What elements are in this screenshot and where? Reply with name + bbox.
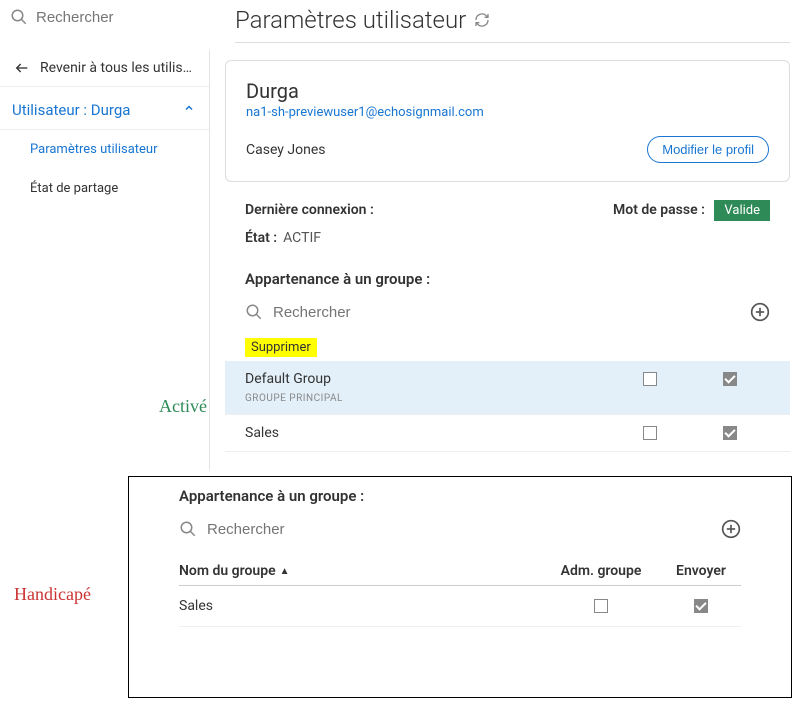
search-icon: [10, 8, 28, 26]
password-badge: Valide: [714, 200, 770, 221]
meta-row-status: État : ACTIF: [225, 224, 790, 252]
search-icon: [245, 303, 263, 321]
add-group-icon[interactable]: [721, 519, 741, 539]
overlay-col-name-header[interactable]: Nom du groupe ▲: [179, 563, 541, 579]
sidebar-user-header-label: Utilisateur : Durga: [12, 101, 130, 119]
arrow-left-icon: [14, 60, 30, 76]
chevron-up-icon: [183, 102, 195, 118]
group-row-name: Sales: [245, 425, 610, 441]
profile-company: Casey Jones: [246, 142, 325, 158]
group-section-title: Appartenance à un groupe :: [225, 252, 790, 296]
group-row-name: Default Group: [245, 371, 610, 387]
sort-asc-icon: ▲: [280, 566, 290, 577]
global-search[interactable]: [10, 8, 210, 26]
enabled-annotation: Activé: [159, 396, 207, 417]
last-login-label: Dernière connexion :: [245, 202, 374, 218]
page-title-container: Paramètres utilisateur: [235, 6, 490, 34]
sidebar-user-header[interactable]: Utilisateur : Durga: [0, 87, 209, 130]
header-divider: [235, 42, 790, 43]
sidebar-item-label: État de partage: [30, 181, 118, 196]
sidebar-item-share-status[interactable]: État de partage: [0, 169, 209, 208]
password-label: Mot de passe :: [613, 202, 705, 218]
overlay-send-checkbox[interactable]: [694, 599, 708, 613]
overlay-search-input[interactable]: [207, 521, 721, 538]
group-admin-checkbox[interactable]: [643, 372, 657, 386]
overlay-col-admin-header[interactable]: Adm. groupe: [541, 563, 661, 579]
group-row-sales[interactable]: Sales: [225, 415, 790, 452]
group-send-checkbox[interactable]: [723, 372, 737, 386]
sidebar-back-link[interactable]: Revenir à tous les utilis…: [0, 50, 209, 87]
refresh-icon[interactable]: [474, 12, 490, 28]
status-label: État :: [245, 230, 277, 246]
search-icon: [179, 520, 197, 538]
sidebar-item-label: Paramètres utilisateur: [30, 142, 158, 157]
meta-row-login-password: Dernière connexion : Mot de passe : Vali…: [225, 196, 790, 224]
group-search-input[interactable]: [273, 304, 750, 321]
group-admin-checkbox[interactable]: [643, 426, 657, 440]
profile-card: Durga na1-sh-previewuser1@echosignmail.c…: [225, 60, 790, 182]
page-title: Paramètres utilisateur: [235, 6, 466, 34]
overlay-col-send-header[interactable]: Envoyer: [661, 563, 741, 579]
profile-email[interactable]: na1-sh-previewuser1@echosignmail.com: [246, 105, 769, 120]
profile-name: Durga: [246, 79, 769, 103]
overlay-col-name-label: Nom du groupe: [179, 563, 276, 579]
global-search-input[interactable]: [36, 9, 235, 26]
main-content: Durga na1-sh-previewuser1@echosignmail.c…: [225, 60, 790, 452]
overlay-search: [179, 519, 741, 539]
overlay-panel: Appartenance à un groupe : Nom du groupe…: [128, 476, 792, 698]
overlay-title: Appartenance à un groupe :: [179, 487, 741, 505]
disabled-annotation: Handicapé: [14, 584, 91, 605]
overlay-row-name: Sales: [179, 598, 541, 614]
overlay-row-sales[interactable]: Sales: [179, 586, 741, 627]
group-row-default[interactable]: Default Group GROUPE PRINCIPAL: [225, 361, 790, 415]
sidebar-back-label: Revenir à tous les utilis…: [40, 60, 192, 76]
add-group-icon[interactable]: [750, 302, 770, 322]
status-value: ACTIF: [283, 230, 321, 246]
delete-action[interactable]: Supprimer: [245, 338, 317, 357]
overlay-table-header: Nom du groupe ▲ Adm. groupe Envoyer: [179, 557, 741, 586]
group-send-checkbox[interactable]: [723, 426, 737, 440]
group-row-subtitle: GROUPE PRINCIPAL: [245, 393, 770, 404]
overlay-admin-checkbox[interactable]: [594, 599, 608, 613]
sidebar-item-user-settings[interactable]: Paramètres utilisateur: [0, 130, 209, 169]
edit-profile-button[interactable]: Modifier le profil: [647, 136, 769, 163]
group-search: [225, 296, 790, 328]
